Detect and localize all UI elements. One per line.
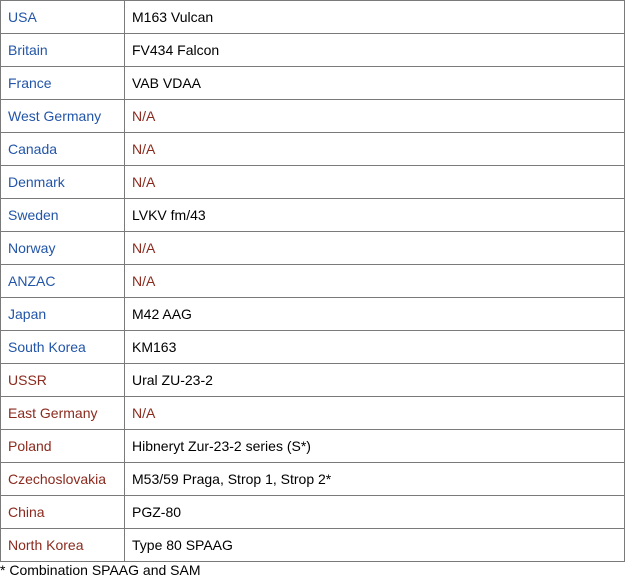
- table-row: North Korea Type 80 SPAAG: [0, 528, 625, 562]
- vehicle-cell: Hibneryt Zur-23-2 series (S*): [124, 429, 625, 463]
- vehicle-cell: M42 AAG: [124, 297, 625, 331]
- vehicle-cell: N/A: [124, 396, 625, 430]
- vehicle-cell: N/A: [124, 231, 625, 265]
- table-row: USA M163 Vulcan: [0, 0, 625, 34]
- vehicle-cell: Type 80 SPAAG: [124, 528, 625, 562]
- table-row: Czechoslovakia M53/59 Praga, Strop 1, Str…: [0, 462, 625, 496]
- country-cell: South Korea: [0, 330, 125, 364]
- country-cell: France: [0, 66, 125, 100]
- vehicle-cell: M163 Vulcan: [124, 0, 625, 34]
- country-cell: Canada: [0, 132, 125, 166]
- table-row: China PGZ-80: [0, 495, 625, 529]
- country-cell: West Germany: [0, 99, 125, 133]
- country-cell: Poland: [0, 429, 125, 463]
- vehicle-cell: KM163: [124, 330, 625, 364]
- footnote: * Combination SPAAG and SAM: [0, 562, 201, 578]
- country-cell: ANZAC: [0, 264, 125, 298]
- country-cell: Norway: [0, 231, 125, 265]
- vehicle-cell: FV434 Falcon: [124, 33, 625, 67]
- vehicle-cell: LVKV fm/43: [124, 198, 625, 232]
- table-row: Norway N/A: [0, 231, 625, 265]
- vehicle-cell: N/A: [124, 132, 625, 166]
- vehicle-cell: Ural ZU-23-2: [124, 363, 625, 397]
- country-cell: USA: [0, 0, 125, 34]
- vehicle-table: USA M163 Vulcan Britain FV434 Falcon France V…: [0, 0, 625, 562]
- country-cell: North Korea: [0, 528, 125, 562]
- table-row: Japan M42 AAG: [0, 297, 625, 331]
- table-row: South Korea KM163: [0, 330, 625, 364]
- table-row: Poland Hibneryt Zur-23-2 series (S*): [0, 429, 625, 463]
- country-cell: East Germany: [0, 396, 125, 430]
- vehicle-cell: N/A: [124, 99, 625, 133]
- vehicle-cell: N/A: [124, 264, 625, 298]
- country-cell: Czechoslovakia: [0, 462, 125, 496]
- country-cell: USSR: [0, 363, 125, 397]
- vehicle-table-body: USA M163 Vulcan Britain FV434 Falcon France V…: [0, 0, 625, 562]
- vehicle-cell: VAB VDAA: [124, 66, 625, 100]
- country-cell: Japan: [0, 297, 125, 331]
- table-row: ANZAC N/A: [0, 264, 625, 298]
- table-row: West Germany N/A: [0, 99, 625, 133]
- country-cell: Denmark: [0, 165, 125, 199]
- table-row: Sweden LVKV fm/43: [0, 198, 625, 232]
- country-cell: Sweden: [0, 198, 125, 232]
- country-cell: Britain: [0, 33, 125, 67]
- table-row: USSR Ural ZU-23-2: [0, 363, 625, 397]
- table-row: Denmark N/A: [0, 165, 625, 199]
- vehicle-cell: PGZ-80: [124, 495, 625, 529]
- table-row: East Germany N/A: [0, 396, 625, 430]
- vehicle-cell: M53/59 Praga, Strop 1, Strop 2*: [124, 462, 625, 496]
- table-row: Canada N/A: [0, 132, 625, 166]
- table-row: France VAB VDAA: [0, 66, 625, 100]
- table-row: Britain FV434 Falcon: [0, 33, 625, 67]
- country-cell: China: [0, 495, 125, 529]
- vehicle-cell: N/A: [124, 165, 625, 199]
